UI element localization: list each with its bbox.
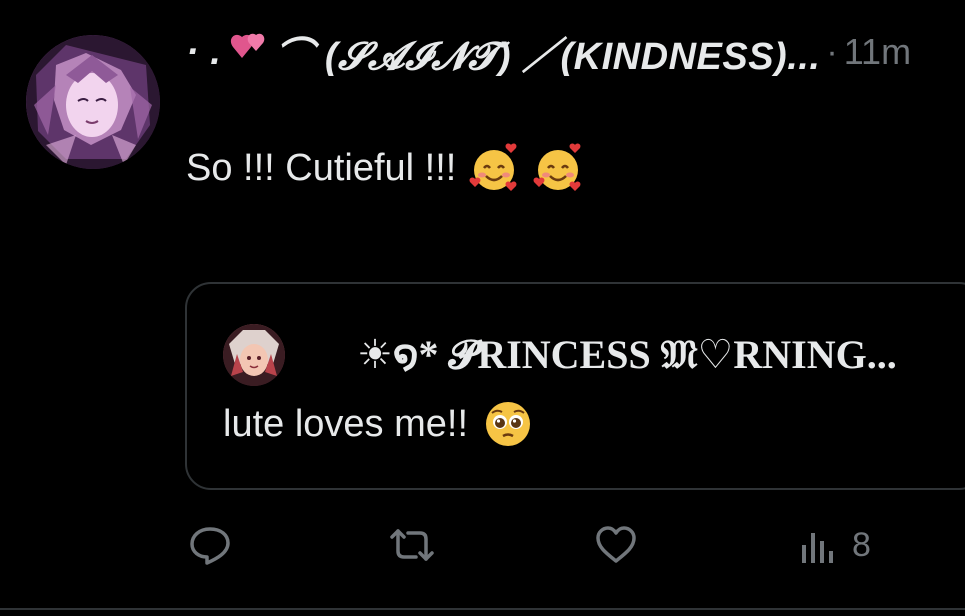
views-chart-icon bbox=[802, 533, 833, 563]
quoted-tweet-text: lute loves me!! bbox=[223, 398, 534, 450]
repost-button[interactable] bbox=[388, 515, 436, 575]
quoted-author-avatar[interactable] bbox=[223, 324, 285, 386]
tweet-text: So !!! Cutieful !!! bbox=[186, 142, 584, 194]
quoted-display-name[interactable]: ☀︎໑* 𝓟RINCESS 𝔐♡RNING... bbox=[357, 324, 897, 384]
two-hearts-icon bbox=[225, 28, 271, 76]
author-avatar[interactable] bbox=[26, 35, 160, 169]
tweet-actions: 8 bbox=[0, 515, 965, 575]
quoted-tweet[interactable]: ☀︎໑* 𝓟RINCESS 𝔐♡RNING... lute loves me!! bbox=[185, 282, 965, 490]
display-name[interactable]: ⌒ (𝓢𝓐𝓘𝓝𝓣) ／(KINDNESS)... bbox=[275, 28, 820, 77]
header-separator: · bbox=[826, 32, 838, 71]
reply-button[interactable] bbox=[186, 515, 234, 575]
pleading-face-icon bbox=[482, 398, 534, 450]
display-name-prefix[interactable]: · . bbox=[186, 31, 221, 74]
views-button[interactable]: 8 bbox=[794, 515, 871, 575]
views-count: 8 bbox=[852, 525, 871, 564]
heart-icon bbox=[596, 526, 636, 563]
reply-icon bbox=[190, 527, 230, 565]
smiling-face-with-hearts-icon bbox=[468, 142, 520, 194]
tweet-text-content: So !!! Cutieful !!! bbox=[186, 146, 457, 189]
quoted-tweet-text-content: lute loves me!! bbox=[223, 402, 468, 445]
tweet-header: · . ⌒ (𝓢𝓐𝓘𝓝𝓣) ／(KINDNESS)... · 11m bbox=[186, 28, 965, 77]
repost-icon bbox=[390, 529, 434, 561]
smiling-face-with-hearts-icon bbox=[532, 142, 584, 194]
tweet-divider bbox=[0, 608, 965, 610]
tweet-timestamp[interactable]: 11m bbox=[844, 31, 911, 73]
like-button[interactable] bbox=[592, 515, 640, 575]
